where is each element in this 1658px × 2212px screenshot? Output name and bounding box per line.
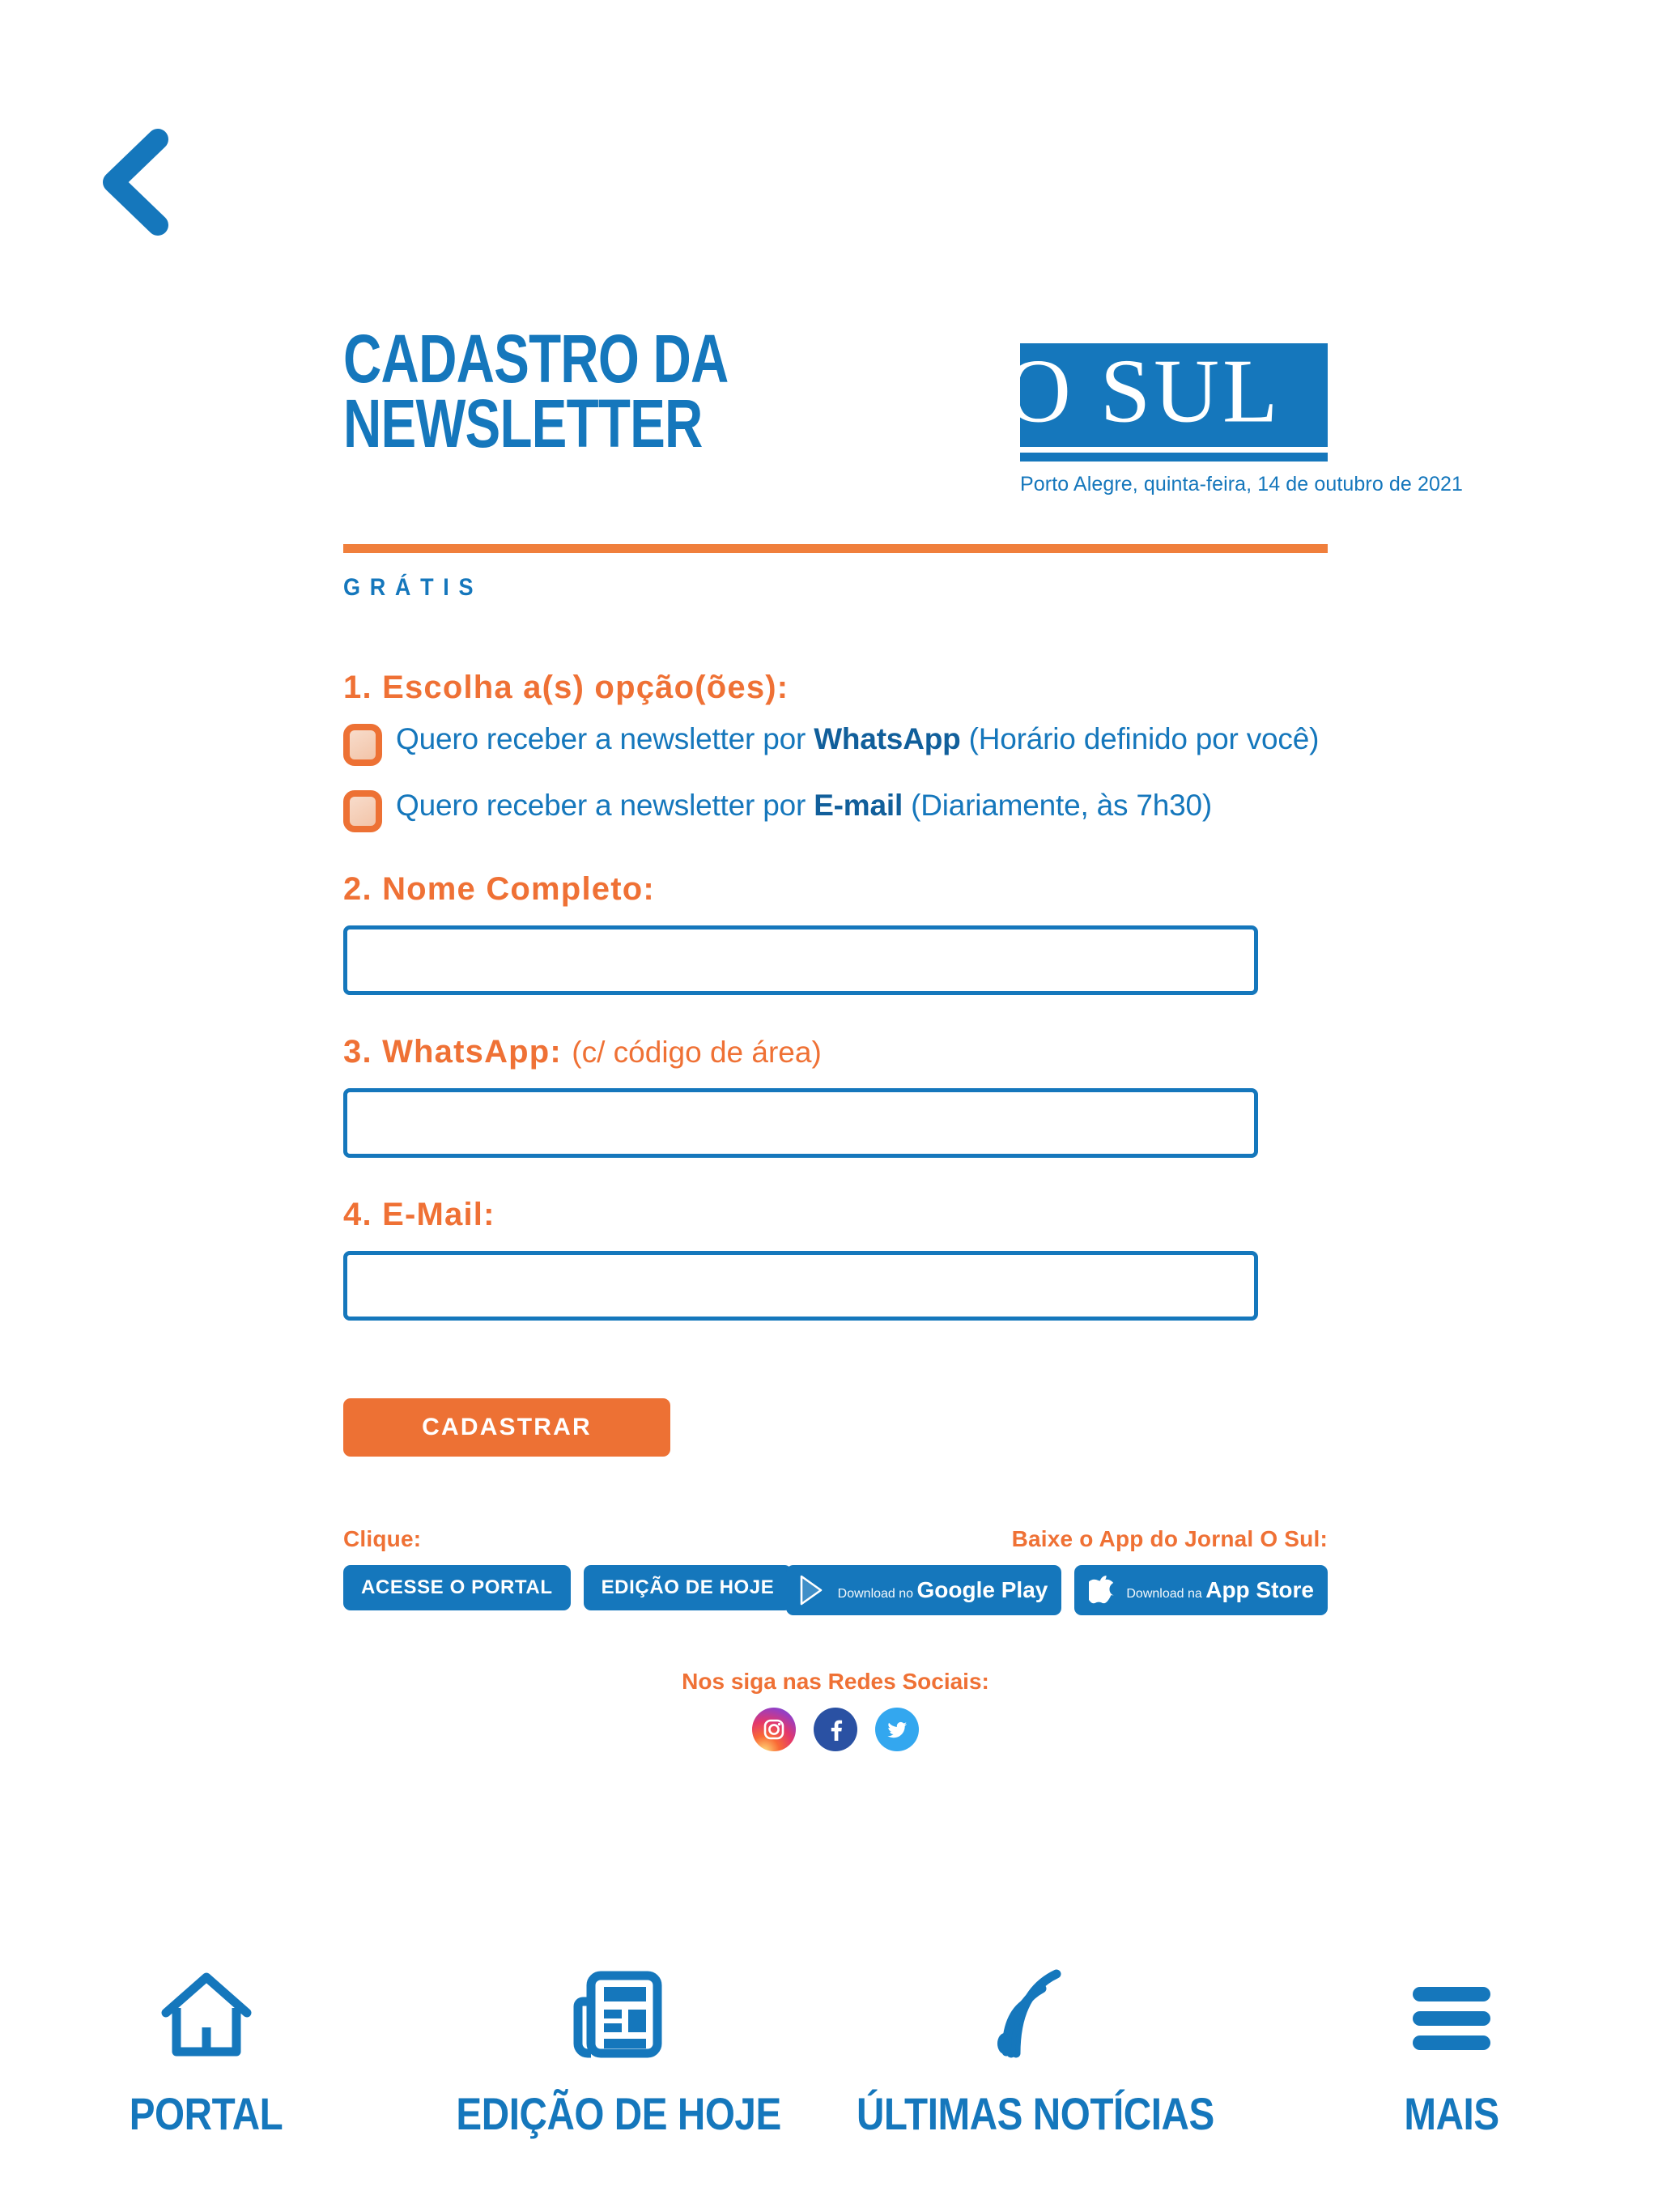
nav-item-mais[interactable]: MAIS — [1246, 1945, 1658, 2140]
nav-label-portal: PORTAL — [129, 2088, 283, 2139]
option-list: Quero receber a newsletter por WhatsApp … — [343, 721, 1328, 832]
step1-label: 1. Escolha a(s) opção(ões): — [343, 670, 789, 705]
apps-heading: Baixe o App do Jornal O Sul: — [1011, 1526, 1328, 1551]
step3-label: 3. WhatsApp: (c/ código de área) — [343, 1034, 1328, 1070]
field-nome: 2. Nome Completo: — [343, 871, 1328, 995]
newsletter-signup-screen: CADASTRO DA NEWSLETTER O SUL Porto Alegr… — [0, 0, 1658, 2212]
cadastrar-button[interactable]: CADASTRAR — [343, 1398, 670, 1457]
twitter-icon[interactable] — [875, 1708, 919, 1751]
nome-completo-input[interactable] — [343, 925, 1258, 995]
social-heading: Nos siga nas Redes Sociais: — [682, 1669, 989, 1694]
divider-rule — [343, 544, 1328, 553]
nav-item-edicao-de-hoje[interactable]: EDIÇÃO DE HOJE — [412, 1945, 824, 2140]
nav-label-edicao-de-hoje: EDIÇÃO DE HOJE — [456, 2088, 781, 2139]
field-email: 4. E-Mail: — [343, 1197, 1328, 1321]
option-whatsapp-strong: WhatsApp — [814, 722, 961, 755]
free-label: GRÁTIS — [343, 574, 483, 601]
option-whatsapp-label: Quero receber a newsletter por WhatsApp … — [396, 721, 1319, 757]
option-whatsapp-prefix: Quero receber a newsletter por — [396, 722, 814, 755]
field-whatsapp: 3. WhatsApp: (c/ código de área) — [343, 1034, 1328, 1158]
nav-item-portal[interactable]: PORTAL — [0, 1945, 412, 2140]
chevron-left-icon — [103, 129, 168, 236]
header: CADASTRO DA NEWSLETTER O SUL Porto Alegr… — [343, 321, 1463, 530]
edicao-de-hoje-button[interactable]: EDIÇÃO DE HOJE — [583, 1565, 793, 1610]
logo-box: O SUL — [1020, 343, 1328, 447]
osul-logo: O SUL Porto Alegre, quinta-feira, 14 de … — [1020, 343, 1463, 496]
google-play-labels: Download no Google Play — [838, 1579, 1048, 1602]
option-email-label: Quero receber a newsletter por E-mail (D… — [396, 787, 1212, 823]
clique-column: Clique: ACESSE O PORTAL EDIÇÃO DE HOJE — [343, 1526, 793, 1610]
rss-icon — [987, 1963, 1084, 2066]
store-badges: Download no Google Play Download na App … — [785, 1565, 1328, 1615]
step4-label: 4. E-Mail: — [343, 1197, 495, 1232]
nav-item-ultimas-noticias[interactable]: ÚLTIMAS NOTÍCIAS — [825, 1945, 1246, 2140]
logo-underline — [1020, 453, 1328, 462]
email-input[interactable] — [343, 1251, 1258, 1321]
back-button[interactable] — [81, 121, 194, 243]
social-block: Nos siga nas Redes Sociais: — [343, 1669, 1328, 1751]
hamburger-icon — [1403, 1963, 1500, 2066]
footer-links: Clique: ACESSE O PORTAL EDIÇÃO DE HOJE B… — [343, 1526, 1328, 1631]
app-store-badge[interactable]: Download na App Store — [1074, 1565, 1328, 1615]
option-whatsapp-suffix: (Horário definido por você) — [960, 722, 1320, 755]
apple-icon — [1086, 1573, 1118, 1607]
instagram-icon[interactable] — [752, 1708, 796, 1751]
google-play-small: Download no — [837, 1587, 914, 1601]
logo-wordmark: O SUL — [1020, 343, 1282, 442]
acesse-o-portal-button[interactable]: ACESSE O PORTAL — [343, 1565, 571, 1610]
nav-label-ultimas-noticias: ÚLTIMAS NOTÍCIAS — [856, 2088, 1214, 2139]
clique-heading: Clique: — [343, 1526, 422, 1551]
app-store-small: Download na — [1126, 1587, 1202, 1601]
option-email-strong: E-mail — [814, 789, 903, 822]
clique-buttons: ACESSE O PORTAL EDIÇÃO DE HOJE — [343, 1565, 793, 1610]
google-play-badge[interactable]: Download no Google Play — [785, 1565, 1062, 1615]
google-play-big: Google Play — [916, 1577, 1048, 1602]
nav-label-mais: MAIS — [1404, 2088, 1500, 2139]
option-email[interactable]: Quero receber a newsletter por E-mail (D… — [343, 787, 1328, 832]
bottom-navigation: PORTAL EDIÇÃO DE HOJE ÚLTIMAS NOTÍCIAS M… — [0, 1945, 1658, 2212]
content-column: CADASTRO DA NEWSLETTER O SUL Porto Alegr… — [343, 321, 1463, 1751]
step3-label-hint: (c/ código de área) — [572, 1036, 822, 1069]
step2-label: 2. Nome Completo: — [343, 871, 655, 907]
app-store-labels: Download na App Store — [1126, 1579, 1314, 1602]
option-email-prefix: Quero receber a newsletter por — [396, 789, 814, 822]
step3-label-text: 3. WhatsApp: — [343, 1034, 562, 1070]
signup-form: 1. Escolha a(s) opção(ões): Quero recebe… — [343, 670, 1328, 1457]
checkbox-whatsapp[interactable] — [343, 724, 382, 766]
whatsapp-input[interactable] — [343, 1088, 1258, 1158]
facebook-icon[interactable] — [814, 1708, 857, 1751]
social-icons — [343, 1708, 1328, 1751]
option-email-suffix: (Diariamente, às 7h30) — [903, 789, 1213, 822]
checkbox-email[interactable] — [343, 790, 382, 832]
app-store-big: App Store — [1205, 1577, 1314, 1602]
newspaper-icon — [570, 1963, 667, 2066]
google-play-icon — [797, 1573, 830, 1607]
page-title: CADASTRO DA NEWSLETTER — [343, 321, 729, 462]
option-whatsapp[interactable]: Quero receber a newsletter por WhatsApp … — [343, 721, 1328, 766]
apps-column: Baixe o App do Jornal O Sul: Download no… — [785, 1526, 1328, 1615]
home-icon — [158, 1963, 255, 2066]
dateline: Porto Alegre, quinta-feira, 14 de outubr… — [1020, 473, 1463, 496]
